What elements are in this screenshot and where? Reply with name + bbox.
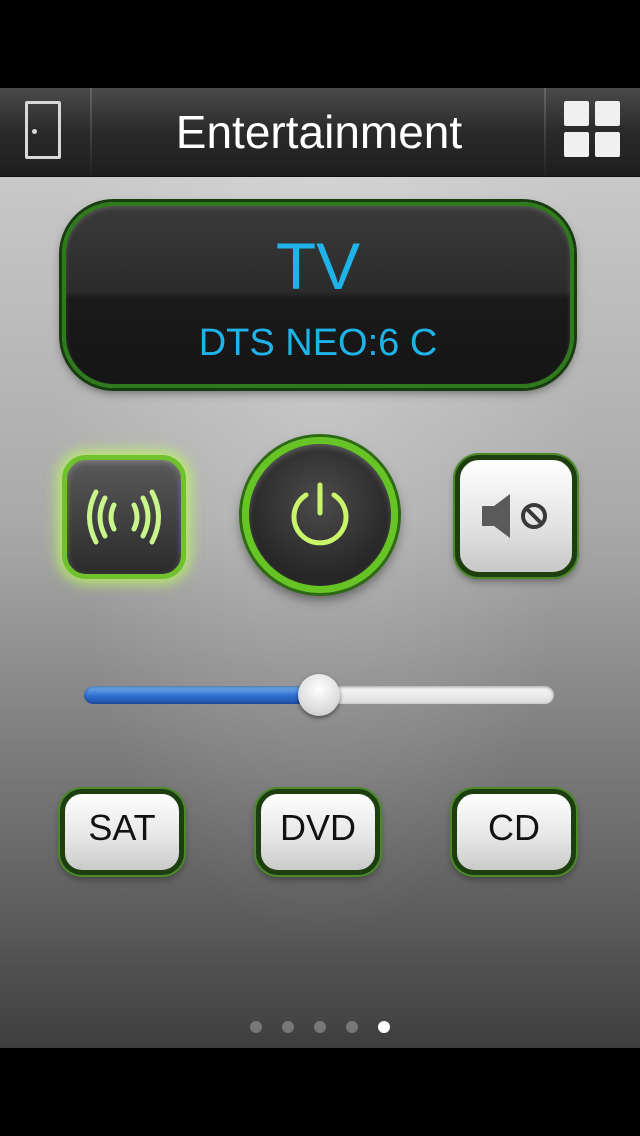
remote-panel: TV DTS NEO:6 C SAT DVD CD	[0, 177, 640, 1048]
page-indicator	[0, 1021, 640, 1035]
volume-thumb[interactable]	[298, 674, 340, 716]
power-icon	[291, 482, 349, 546]
page-dot[interactable]	[314, 1021, 326, 1033]
source-dvd-button[interactable]: DVD	[256, 789, 380, 875]
grid-icon	[564, 101, 620, 157]
bottom-bar	[0, 1048, 640, 1136]
wireless-icon	[87, 489, 161, 545]
source-sat-button[interactable]: SAT	[60, 789, 184, 875]
power-button[interactable]	[242, 437, 398, 593]
page-dot[interactable]	[282, 1021, 294, 1033]
door-icon	[25, 101, 61, 159]
status-display: TV DTS NEO:6 C	[62, 202, 574, 388]
nav-bar: Entertainment	[0, 88, 640, 177]
page-dot[interactable]	[346, 1021, 358, 1033]
volume-fill	[84, 686, 319, 704]
page-title: Entertainment	[175, 106, 463, 158]
page-dot[interactable]	[378, 1021, 390, 1033]
display-source: TV	[275, 229, 361, 303]
source-cd-button[interactable]: CD	[452, 789, 576, 875]
wireless-button[interactable]	[62, 455, 186, 579]
exit-button[interactable]	[0, 88, 90, 176]
volume-slider[interactable]	[84, 674, 554, 716]
page-dot[interactable]	[250, 1021, 262, 1033]
grid-menu-button[interactable]	[546, 88, 640, 176]
status-bar	[0, 0, 640, 88]
mute-icon	[482, 494, 547, 538]
display-mode: DTS NEO:6 C	[198, 322, 438, 364]
mute-button[interactable]	[455, 455, 577, 577]
